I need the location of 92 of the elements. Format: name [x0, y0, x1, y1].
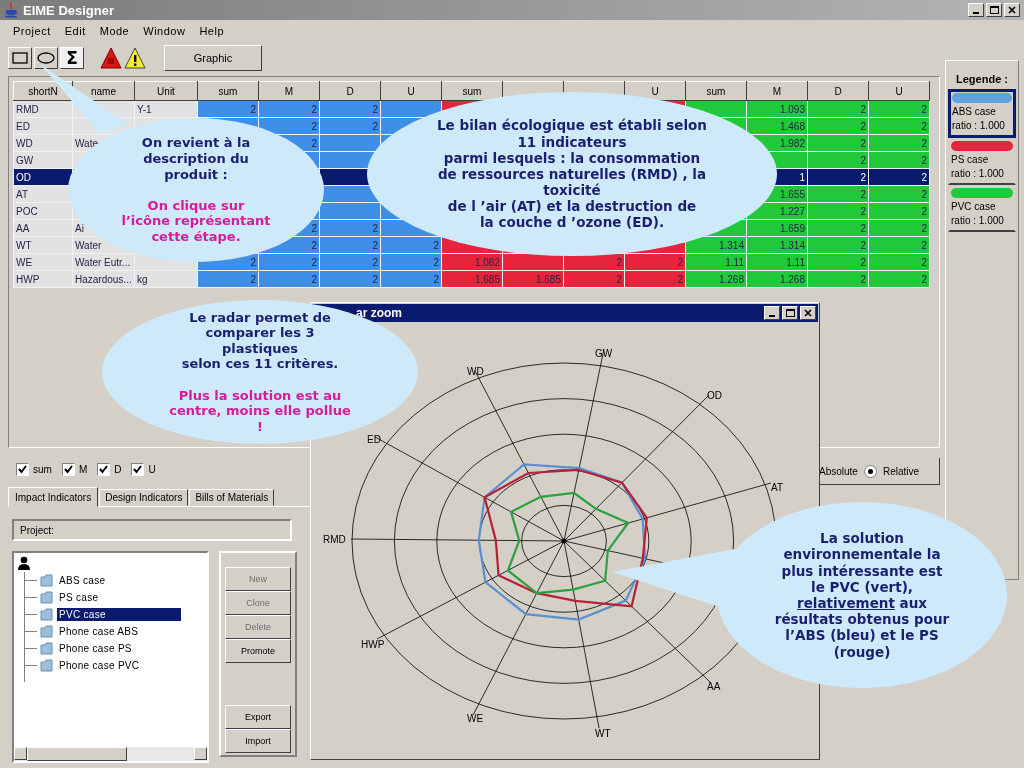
legend-ratio: ratio : 1.000 [951, 167, 1005, 181]
close-icon [804, 309, 812, 317]
sum-tool[interactable]: Σ [60, 47, 84, 69]
column-header[interactable]: sum [685, 81, 747, 101]
minimize-button[interactable] [764, 306, 780, 320]
folder-icon [40, 608, 54, 621]
maximize-button[interactable] [782, 306, 798, 320]
checkbox[interactable] [131, 462, 145, 476]
tree-item[interactable]: Phone case ABS [57, 625, 141, 638]
column-header[interactable]: M [258, 81, 320, 101]
checkbox[interactable] [97, 462, 111, 476]
graphic-button[interactable]: Graphic [164, 45, 262, 71]
cup-icon [4, 2, 20, 18]
close-icon [1008, 6, 1016, 14]
checkbox[interactable] [16, 462, 29, 476]
rectangle-tool[interactable] [8, 47, 32, 69]
radio-label: Relative [882, 465, 920, 477]
menu-item[interactable]: Window [136, 25, 193, 37]
callout-text: On revient à la description du produit : [141, 135, 251, 183]
error-icon[interactable] [100, 47, 122, 69]
checkbox-label: U [148, 463, 156, 475]
legend-name: PS case [951, 153, 990, 167]
minimize-button[interactable] [968, 3, 984, 17]
axis-label: GW [595, 348, 613, 359]
legend-title: Legende : [955, 73, 1009, 85]
tree-item[interactable]: Phone case PS [57, 642, 134, 655]
warning-icon[interactable] [124, 47, 146, 69]
horizontal-scrollbar[interactable] [14, 747, 207, 761]
axis-label: RMD [323, 534, 346, 545]
legend-entry[interactable]: PVC case ratio : 1.000 [948, 185, 1016, 232]
column-header[interactable]: D [807, 81, 869, 101]
rectangle-icon [12, 52, 28, 64]
project-field[interactable]: Project: [12, 519, 292, 541]
folder-icon [40, 574, 54, 587]
tab[interactable]: Design Indicators [99, 489, 189, 506]
checkbox-label: D [114, 463, 122, 475]
maximize-icon [989, 6, 999, 14]
tree-item[interactable]: ABS case [57, 574, 108, 587]
folder-icon [40, 625, 54, 638]
tree-item[interactable]: Phone case PVC [57, 659, 142, 672]
axis-label: AT [771, 482, 784, 493]
checkbox[interactable] [61, 462, 75, 476]
column-header[interactable]: U [868, 81, 930, 101]
close-button[interactable] [1004, 3, 1020, 17]
ellipse-tool[interactable] [34, 47, 58, 69]
legend-name: PVC case [951, 200, 997, 214]
window-title: EIME Designer [23, 2, 115, 18]
menu-item[interactable]: Edit [57, 25, 93, 37]
ellipse-icon [37, 52, 55, 64]
column-header[interactable]: Unit [134, 81, 198, 101]
tab[interactable]: Impact Indicators [8, 487, 99, 507]
column-header[interactable]: M [746, 81, 808, 101]
legend-ratio: ratio : 1.000 [952, 119, 1006, 133]
checkbox-label: M [78, 463, 88, 475]
column-header[interactable]: U [380, 81, 442, 101]
callout-text: La solution environnementale la plus intéressante est le PVC (vert), relativement aux résultats obtenus pour l’ABS (bleu) et le PS (rouge) [774, 530, 950, 660]
axis-label: WE [467, 713, 484, 724]
maximize-button[interactable] [986, 3, 1002, 17]
action-button[interactable]: Promote [225, 639, 291, 663]
folder-icon [40, 642, 54, 655]
axis-label: WD [467, 366, 484, 377]
callout-text: Plus la solution est au centre, moins elle pollue ! [169, 387, 351, 435]
radio-button[interactable] [863, 464, 877, 478]
folder-icon [40, 659, 54, 672]
tree-item[interactable]: PVC case [57, 608, 181, 621]
legend-entry[interactable]: PS case ratio : 1.000 [948, 138, 1016, 185]
legend-ratio: ratio : 1.000 [951, 214, 1005, 228]
callout-text: Le bilan écologique est établi selon 11 indicateurs parmi lesquels : la consommation de ressources naturelles (RMD) , la toxicité de l ’air (AT) et la destruction de la couche d ’ozone (ED). [437, 117, 707, 231]
axis-label: AA [707, 681, 721, 692]
person-icon [17, 556, 31, 570]
menu-item[interactable]: Project [6, 25, 58, 37]
maximize-icon [785, 309, 795, 317]
checkbox-label: sum [33, 463, 52, 475]
axis-label: HWP [361, 639, 385, 650]
folder-icon [40, 591, 54, 604]
column-header[interactable]: sum [197, 81, 259, 101]
menu-item[interactable]: Help [192, 25, 231, 37]
axis-label: ED [367, 434, 381, 445]
tree-item[interactable]: PS case [57, 591, 101, 604]
column-header[interactable]: D [319, 81, 381, 101]
legend-name: ABS case [952, 105, 997, 119]
radio-label: Absolute [819, 465, 858, 477]
close-button[interactable] [800, 306, 816, 320]
tab[interactable]: Bills of Materials [189, 489, 275, 506]
axis-label: OD [707, 390, 722, 401]
callout-text: Le radar permet de comparer les 3 plastiques selon ces 11 critères. [181, 309, 339, 372]
action-button[interactable]: Import [225, 729, 291, 753]
column-header[interactable]: sum [441, 81, 503, 101]
action-button[interactable]: Export [225, 705, 291, 729]
menu-item[interactable]: Mode [92, 25, 137, 37]
axis-label: WT [595, 728, 611, 739]
legend-entry[interactable]: ABS case ratio : 1.000 [948, 89, 1016, 138]
